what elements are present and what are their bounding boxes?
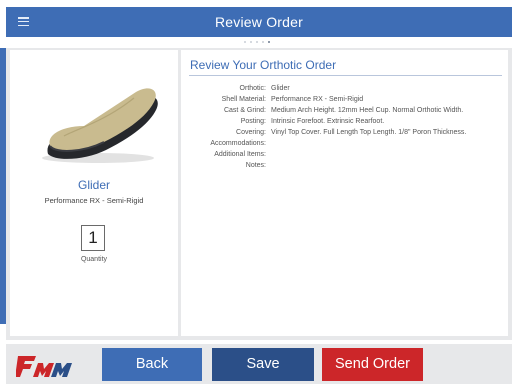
detail-row-orthotic: Orthotic: Glider: [181, 84, 508, 95]
detail-value: Medium Arch Height. 12mm Heel Cup. Norma…: [271, 107, 464, 114]
page-dot: [244, 41, 246, 43]
product-summary-panel: Glider Performance RX - Semi-Rigid 1 Qua…: [10, 50, 178, 336]
review-title: Review Your Orthotic Order: [190, 58, 337, 72]
detail-label: Cast & Grind:: [223, 107, 266, 114]
detail-label: Covering:: [236, 129, 266, 136]
page-dot: [256, 41, 258, 43]
quantity-label: Quantity: [80, 256, 108, 263]
detail-label: Additional Items:: [214, 151, 266, 158]
company-logo: [16, 356, 72, 377]
product-name: Glider: [77, 178, 110, 192]
order-review-panel: Review Your Orthotic Order Orthotic: Gli…: [181, 50, 508, 336]
detail-value: Glider: [271, 85, 290, 92]
divider: [189, 75, 502, 76]
page-dot-active: [268, 41, 270, 43]
page-indicator: [0, 41, 514, 45]
orthotic-insole-image: [42, 88, 158, 163]
detail-value: Intrinsic Forefoot. Extrinsic Rearfoot.: [271, 118, 385, 125]
detail-value: Vinyl Top Cover. Full Length Top Length.…: [271, 129, 467, 136]
detail-label: Notes:: [245, 162, 266, 169]
product-material: Performance RX - Semi-Rigid: [44, 196, 144, 205]
order-details: Orthotic: Glider Shell Material: Perform…: [181, 84, 508, 172]
page-dot: [250, 41, 252, 43]
detail-label: Shell Material:: [221, 96, 266, 103]
detail-row-additional-items: Additional Items:: [181, 150, 508, 161]
detail-row-shell-material: Shell Material: Performance RX - Semi-Ri…: [181, 95, 508, 106]
save-button[interactable]: Save: [212, 348, 314, 381]
detail-label: Accommodations:: [210, 140, 266, 147]
detail-row-posting: Posting: Intrinsic Forefoot. Extrinsic R…: [181, 117, 508, 128]
detail-label: Orthotic:: [239, 85, 266, 92]
detail-row-cast-grind: Cast & Grind: Medium Arch Height. 12mm H…: [181, 106, 508, 117]
detail-row-notes: Notes:: [181, 161, 508, 172]
title-bar: Review Order: [6, 7, 512, 37]
detail-label: Posting:: [240, 118, 266, 125]
detail-value: Performance RX - Semi-Rigid: [271, 96, 364, 103]
page-dot: [262, 41, 264, 43]
send-order-button[interactable]: Send Order: [322, 348, 423, 381]
quantity-field[interactable]: 1: [81, 225, 105, 251]
main-content: Glider Performance RX - Semi-Rigid 1 Qua…: [6, 48, 512, 340]
page-title: Review Order: [215, 14, 303, 30]
bottom-toolbar: Back Save Send Order: [6, 344, 512, 384]
detail-row-accommodations: Accommodations:: [181, 139, 508, 150]
back-button[interactable]: Back: [102, 348, 202, 381]
detail-row-covering: Covering: Vinyl Top Cover. Full Length T…: [181, 128, 508, 139]
